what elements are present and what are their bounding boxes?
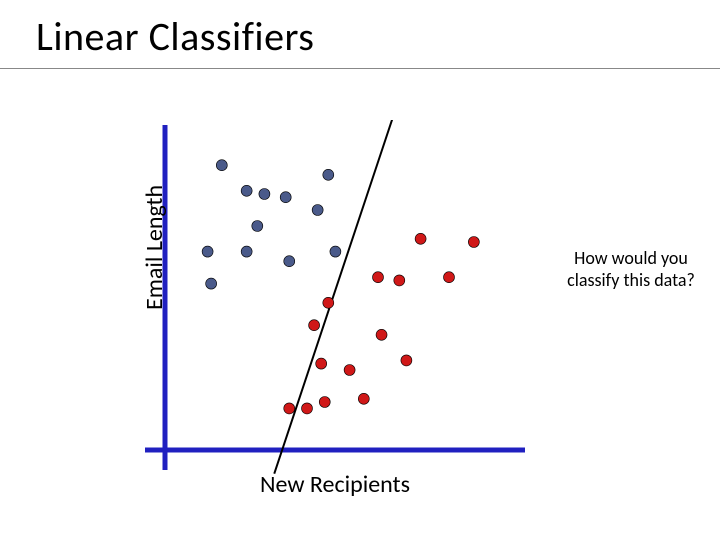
data-point-class-b: [373, 272, 384, 283]
data-point-class-a: [284, 256, 295, 267]
title-underline: [0, 68, 720, 69]
data-point-class-b: [284, 403, 295, 414]
data-point-class-a: [206, 278, 217, 289]
data-point-class-a: [312, 205, 323, 216]
data-point-class-a: [280, 192, 291, 203]
data-point-class-a: [241, 246, 252, 257]
data-point-class-b: [323, 297, 334, 308]
data-point-class-b: [401, 355, 412, 366]
data-point-class-b: [302, 403, 313, 414]
decision-boundary: [274, 120, 396, 474]
data-point-class-b: [316, 358, 327, 369]
annotation-text: How would you classify this data?: [556, 248, 706, 291]
slide: Linear Classifiers Email Length New Reci…: [0, 0, 720, 540]
chart-svg: [130, 120, 530, 480]
x-axis-label: New Recipients: [260, 470, 410, 499]
data-point-class-b: [376, 329, 387, 340]
data-point-class-b: [415, 233, 426, 244]
data-point-class-a: [241, 185, 252, 196]
data-point-class-b: [319, 397, 330, 408]
data-point-class-a: [252, 221, 263, 232]
data-point-class-b: [468, 237, 479, 248]
data-point-class-a: [259, 189, 270, 200]
data-point-class-a: [330, 246, 341, 257]
data-point-class-a: [323, 169, 334, 180]
data-point-class-a: [202, 246, 213, 257]
slide-title: Linear Classifiers: [36, 12, 314, 61]
data-point-class-b: [444, 272, 455, 283]
data-point-class-b: [344, 365, 355, 376]
data-point-class-b: [358, 393, 369, 404]
scatter-chart: [130, 120, 530, 480]
data-point-class-b: [394, 275, 405, 286]
y-axis-label: Email Length: [140, 185, 169, 310]
data-point-class-b: [309, 320, 320, 331]
data-point-class-a: [216, 160, 227, 171]
